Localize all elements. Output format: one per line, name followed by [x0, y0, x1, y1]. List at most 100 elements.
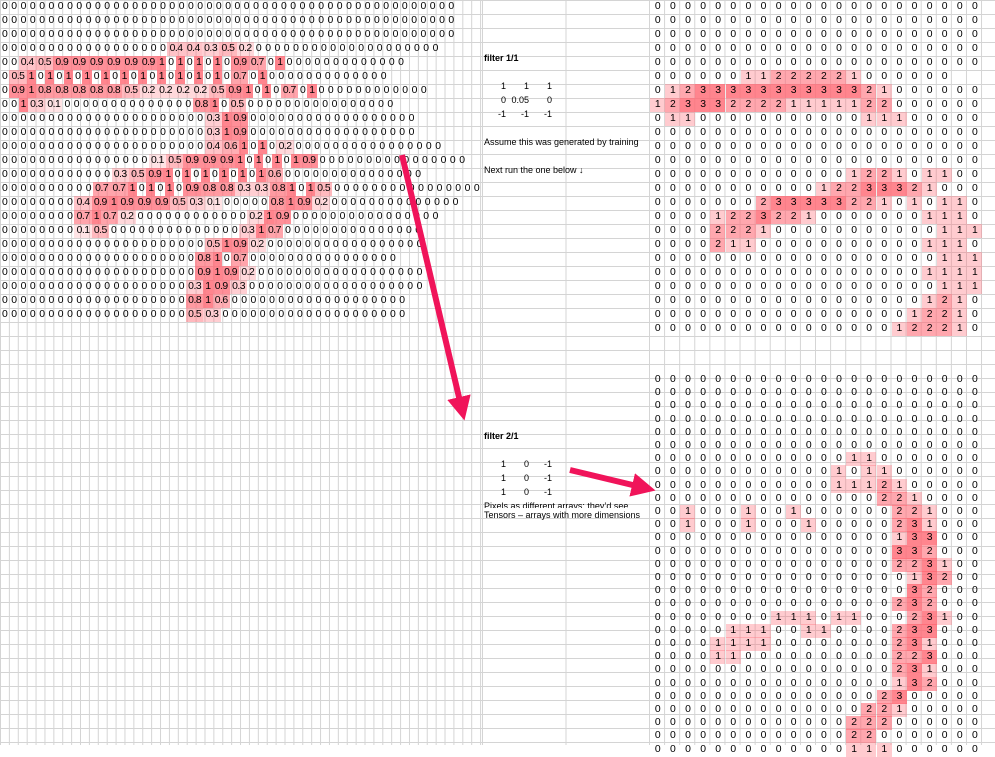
matrix-cell[interactable]: 0 [801, 252, 816, 266]
matrix-cell[interactable]: 0 [186, 266, 195, 280]
matrix-cell[interactable]: 0 [295, 252, 304, 266]
matrix-cell[interactable]: 0 [177, 14, 186, 28]
matrix-cell[interactable]: 0 [680, 479, 695, 493]
matrix-cell[interactable]: 0 [710, 571, 725, 585]
matrix-cell[interactable]: 0.8 [87, 84, 106, 98]
matrix-cell[interactable]: 0 [861, 399, 876, 413]
matrix-cell[interactable]: 0 [907, 465, 922, 479]
matrix-cell[interactable]: 0 [338, 210, 347, 224]
matrix-cell[interactable]: 0.5 [228, 98, 246, 112]
matrix-cell[interactable]: 0 [967, 558, 982, 572]
matrix-cell[interactable]: 0.5 [186, 308, 204, 322]
matrix-cell[interactable]: 0 [102, 266, 111, 280]
matrix-cell[interactable]: 0 [140, 140, 149, 154]
matrix-cell[interactable]: 0 [65, 112, 74, 126]
matrix-cell[interactable]: 0 [314, 294, 323, 308]
matrix-cell[interactable]: 0 [284, 280, 293, 294]
matrix-cell[interactable]: 0 [846, 28, 861, 42]
matrix-cell[interactable]: 0 [665, 14, 680, 28]
matrix-cell[interactable]: 0.9 [226, 84, 244, 98]
matrix-cell[interactable]: 2 [725, 98, 741, 112]
matrix-cell[interactable]: 0 [952, 690, 967, 704]
matrix-cell[interactable]: 0 [383, 154, 392, 168]
matrix-cell[interactable]: 0 [665, 729, 680, 743]
matrix-cell[interactable]: 0 [922, 386, 937, 400]
matrix-cell[interactable]: 0 [831, 545, 846, 559]
matrix-cell[interactable]: 0 [47, 168, 56, 182]
matrix-cell[interactable]: 0 [177, 126, 186, 140]
matrix-cell[interactable]: 0 [353, 28, 362, 42]
matrix-cell[interactable]: 0 [112, 154, 121, 168]
matrix-cell[interactable]: 1 [755, 70, 771, 84]
matrix-cell[interactable]: 0 [397, 112, 406, 126]
matrix-cell[interactable]: 0 [741, 252, 756, 266]
matrix-cell[interactable]: 0 [710, 479, 725, 493]
matrix-cell[interactable]: 0 [367, 224, 376, 238]
matrix-cell[interactable]: 0 [37, 294, 46, 308]
matrix-cell[interactable]: 0 [365, 42, 374, 56]
matrix-cell[interactable]: 0 [952, 650, 967, 664]
matrix-cell[interactable]: 0 [937, 42, 952, 56]
matrix-cell[interactable]: 0 [9, 112, 18, 126]
matrix-cell[interactable]: 0 [0, 308, 9, 322]
matrix-cell[interactable]: 1 [936, 610, 952, 625]
matrix-cell[interactable]: 1 [164, 182, 175, 196]
matrix-cell[interactable]: 0 [816, 677, 831, 691]
matrix-cell[interactable]: 0 [816, 571, 831, 585]
matrix-cell[interactable]: 1 [119, 70, 129, 84]
matrix-cell[interactable]: 2 [846, 196, 862, 210]
matrix-cell[interactable]: 0 [377, 238, 386, 252]
matrix-cell[interactable]: 0 [892, 465, 907, 479]
matrix-cell[interactable]: 1 [891, 112, 907, 126]
matrix-cell[interactable]: 0 [846, 56, 861, 70]
matrix-cell[interactable]: 0 [741, 126, 756, 140]
matrix-cell[interactable]: 3 [770, 84, 786, 98]
matrix-cell[interactable]: 0 [286, 112, 295, 126]
matrix-cell[interactable]: 0 [121, 238, 130, 252]
matrix-cell[interactable]: 0 [786, 650, 801, 664]
matrix-cell[interactable]: 0 [831, 492, 846, 506]
matrix-cell[interactable]: 0 [680, 624, 695, 638]
matrix-cell[interactable]: 0 [158, 112, 167, 126]
matrix-cell[interactable]: 0 [102, 112, 111, 126]
matrix-cell[interactable]: 0 [801, 729, 816, 743]
matrix-cell[interactable]: 1 [710, 650, 726, 665]
matrix-cell[interactable]: 0 [741, 677, 756, 691]
matrix-cell[interactable]: 1 [237, 168, 248, 182]
matrix-cell[interactable]: 0 [112, 140, 121, 154]
matrix-cell[interactable]: 0 [831, 650, 846, 664]
matrix-cell[interactable]: 0 [286, 70, 295, 84]
matrix-cell[interactable]: 0.3 [204, 112, 222, 126]
matrix-cell[interactable]: 0 [726, 597, 741, 611]
matrix-cell[interactable]: 0 [665, 703, 680, 717]
matrix-cell[interactable]: 0 [816, 238, 831, 252]
matrix-cell[interactable]: 0 [28, 252, 37, 266]
matrix-cell[interactable]: 1 [921, 505, 937, 519]
matrix-cell[interactable]: 0 [650, 42, 665, 56]
matrix-cell[interactable]: 2 [725, 210, 741, 224]
matrix-cell[interactable]: 0 [405, 266, 414, 280]
matrix-cell[interactable]: 0 [420, 154, 429, 168]
matrix-cell[interactable]: 0 [741, 266, 756, 280]
matrix-cell[interactable]: 0 [726, 373, 741, 387]
matrix-cell[interactable]: 2 [906, 610, 922, 625]
matrix-cell[interactable]: 0 [413, 224, 422, 238]
matrix-cell[interactable]: 2 [770, 210, 786, 224]
matrix-cell[interactable]: 3 [710, 98, 726, 112]
matrix-cell[interactable]: 0 [846, 280, 861, 294]
matrix-cell[interactable]: 0 [801, 690, 816, 704]
matrix-cell[interactable]: 0 [441, 196, 450, 210]
matrix-cell[interactable]: 0 [816, 154, 831, 168]
matrix-cell[interactable]: 0 [922, 479, 937, 493]
matrix-cell[interactable]: 0 [710, 465, 725, 479]
matrix-cell[interactable]: 0 [831, 308, 846, 322]
matrix-cell[interactable]: 0 [415, 238, 424, 252]
matrix-cell[interactable]: 0 [650, 168, 665, 182]
matrix-cell[interactable]: 0 [937, 413, 952, 427]
matrix-cell[interactable]: 0 [741, 399, 756, 413]
matrix-cell[interactable]: 0 [341, 308, 350, 322]
matrix-cell[interactable]: 0 [650, 154, 665, 168]
matrix-cell[interactable]: 0 [831, 663, 846, 677]
matrix-cell[interactable]: 0 [816, 439, 831, 453]
matrix-cell[interactable]: 0 [9, 182, 18, 196]
